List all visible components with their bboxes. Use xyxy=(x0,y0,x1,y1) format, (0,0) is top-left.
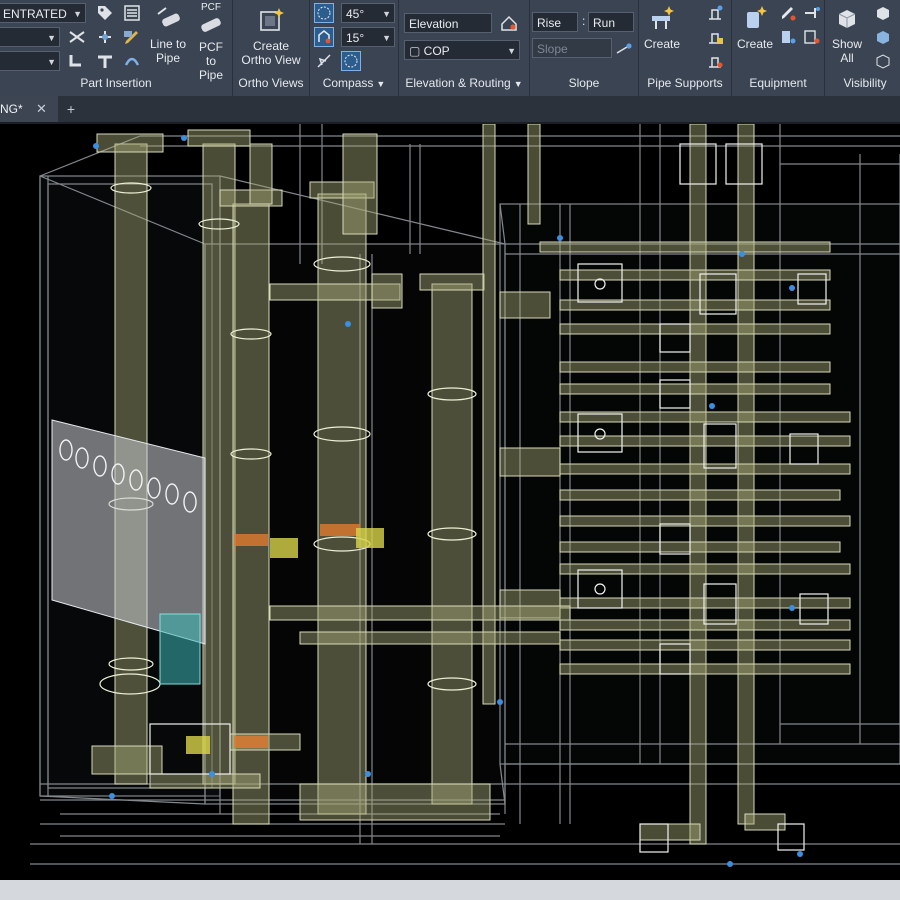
chevron-down-icon: ▼ xyxy=(382,9,391,19)
elevation-house-icon[interactable] xyxy=(499,13,519,33)
run-label: Run xyxy=(593,16,616,30)
panel-title-elevation-routing-label: Elevation & Routing xyxy=(405,76,511,90)
new-tab-button[interactable]: + xyxy=(62,101,80,117)
pcf-badge: PCF xyxy=(201,2,221,13)
ribbon: ENTRATED ▼ ▼ ▼ Line to Pipe PCF PCF to P… xyxy=(0,0,900,97)
angle-combo-2[interactable]: 15° ▼ xyxy=(341,27,395,47)
create-ortho-view-label: Create Ortho View xyxy=(241,39,301,67)
panel-title-compass-label: Compass xyxy=(322,76,374,90)
slope-pick-icon[interactable] xyxy=(614,38,634,58)
pipe-support-icon xyxy=(652,6,674,29)
connect-icon[interactable] xyxy=(95,27,115,47)
rise-label: Rise xyxy=(537,16,562,30)
slope-input[interactable]: Slope xyxy=(532,38,612,58)
equipment-attach-icon[interactable] xyxy=(778,27,798,47)
piping-model-drawing xyxy=(30,124,900,867)
panel-elevation-routing: Elevation ▢ COP ▼ Elevation & Routing ▼ xyxy=(399,0,530,96)
panel-part-insertion: ENTRATED ▼ ▼ ▼ Line to Pipe PCF PCF to P… xyxy=(0,0,233,96)
pcf-to-pipe-icon xyxy=(201,18,221,32)
panel-title-slope: Slope xyxy=(568,76,600,90)
create-support-label: Create xyxy=(643,37,681,51)
list-icon[interactable] xyxy=(122,3,142,23)
panel-slope: Rise : Run Slope Slope xyxy=(530,0,639,96)
equipment-convert-icon[interactable] xyxy=(802,27,822,47)
cop-icon: ▢ xyxy=(409,44,424,58)
compass-ring-icon[interactable] xyxy=(341,51,361,71)
close-icon[interactable]: ✕ xyxy=(36,96,47,122)
part-combo[interactable]: ▼ xyxy=(0,51,60,71)
chevron-down-icon: ▼ xyxy=(376,79,386,89)
panel-title-visibility: Visibility xyxy=(843,76,887,90)
angle-value-1: 45° xyxy=(346,7,365,21)
create-ortho-view-button[interactable]: Create Ortho View xyxy=(237,6,305,67)
status-bar xyxy=(0,880,900,900)
document-tab-bar: NG* ✕ + xyxy=(0,96,900,124)
panel-title-ortho-views: Ortho Views xyxy=(238,76,304,90)
pcf-to-pipe-button[interactable]: PCF PCF to Pipe xyxy=(190,2,232,82)
panel-pipe-supports: Create Pipe Supports xyxy=(639,0,732,96)
create-equipment-label: Create xyxy=(736,37,774,51)
chevron-down-icon: ▼ xyxy=(507,46,516,56)
visibility-settings-icon[interactable] xyxy=(873,51,893,71)
rise-input[interactable]: Rise xyxy=(532,12,578,32)
angle-value-2: 15° xyxy=(346,31,365,45)
angle-combo-1[interactable]: 45° ▼ xyxy=(341,3,395,23)
size-combo[interactable]: ▼ xyxy=(0,27,60,47)
spec-combo[interactable]: ENTRATED ▼ xyxy=(0,3,86,23)
panel-title-pipe-supports: Pipe Supports xyxy=(647,76,723,90)
spec-combo-value: ENTRATED xyxy=(3,7,67,21)
tag-icon[interactable] xyxy=(95,3,115,23)
panel-title-part-insertion: Part Insertion xyxy=(80,76,152,90)
chevron-down-icon: ▼ xyxy=(382,33,391,43)
model-viewport[interactable] xyxy=(0,124,900,880)
line-to-pipe-icon xyxy=(157,7,180,27)
elbow-icon[interactable] xyxy=(67,51,87,71)
rise-run-separator: : xyxy=(582,14,586,28)
show-all-button[interactable]: Show All xyxy=(827,4,867,65)
panel-title-compass[interactable]: Compass ▼ xyxy=(310,76,398,92)
ortho-view-icon xyxy=(260,8,284,31)
chevron-down-icon: ▼ xyxy=(73,9,82,19)
panel-title-equipment: Equipment xyxy=(749,76,807,90)
support-lock-icon[interactable] xyxy=(705,27,725,47)
panel-equipment: Create Equipment xyxy=(732,0,825,96)
pipe-route-icon[interactable] xyxy=(122,51,142,71)
split-pipe-icon[interactable] xyxy=(67,27,87,47)
show-all-label: Show All xyxy=(831,37,863,65)
create-support-button[interactable]: Create xyxy=(641,4,683,51)
run-input[interactable]: Run xyxy=(588,12,634,32)
elevation-input[interactable]: Elevation xyxy=(404,13,492,33)
panel-ortho-views: Create Ortho View Ortho Views xyxy=(233,0,310,96)
create-equipment-button[interactable]: Create xyxy=(734,4,776,51)
chevron-down-icon: ▼ xyxy=(513,79,523,89)
compass-needle-icon[interactable] xyxy=(314,51,334,71)
snap-icon[interactable] xyxy=(314,27,334,47)
compass-toggle-icon[interactable] xyxy=(314,3,334,23)
document-tab-label: NG* xyxy=(0,102,23,116)
panel-visibility: Show All Visibility xyxy=(825,0,900,96)
cop-value: COP xyxy=(423,44,450,58)
isolate-icon[interactable] xyxy=(873,3,893,23)
panel-compass: 45° ▼ 15° ▼ Compass ▼ xyxy=(310,0,399,96)
equipment-icon xyxy=(747,6,767,28)
document-tab[interactable]: NG* ✕ xyxy=(0,96,58,122)
slope-placeholder: Slope xyxy=(537,42,568,56)
hide-icon[interactable] xyxy=(873,27,893,47)
panel-title-elevation-routing[interactable]: Elevation & Routing ▼ xyxy=(399,76,529,92)
elevation-placeholder: Elevation xyxy=(409,17,459,31)
chevron-down-icon: ▼ xyxy=(47,33,56,43)
support-convert-icon[interactable] xyxy=(705,51,725,71)
tee-icon[interactable] xyxy=(95,51,115,71)
cop-combo[interactable]: ▢ COP ▼ xyxy=(404,40,520,60)
chevron-down-icon: ▼ xyxy=(47,57,56,67)
nozzle-icon[interactable] xyxy=(802,3,822,23)
support-edit-icon[interactable] xyxy=(705,3,725,23)
line-to-pipe-button[interactable]: Line to Pipe xyxy=(146,4,190,65)
line-to-pipe-label: Line to Pipe xyxy=(149,37,187,65)
equipment-edit-icon[interactable] xyxy=(778,3,798,23)
edit-part-icon[interactable] xyxy=(122,27,142,47)
show-all-cubes-icon xyxy=(838,10,856,28)
